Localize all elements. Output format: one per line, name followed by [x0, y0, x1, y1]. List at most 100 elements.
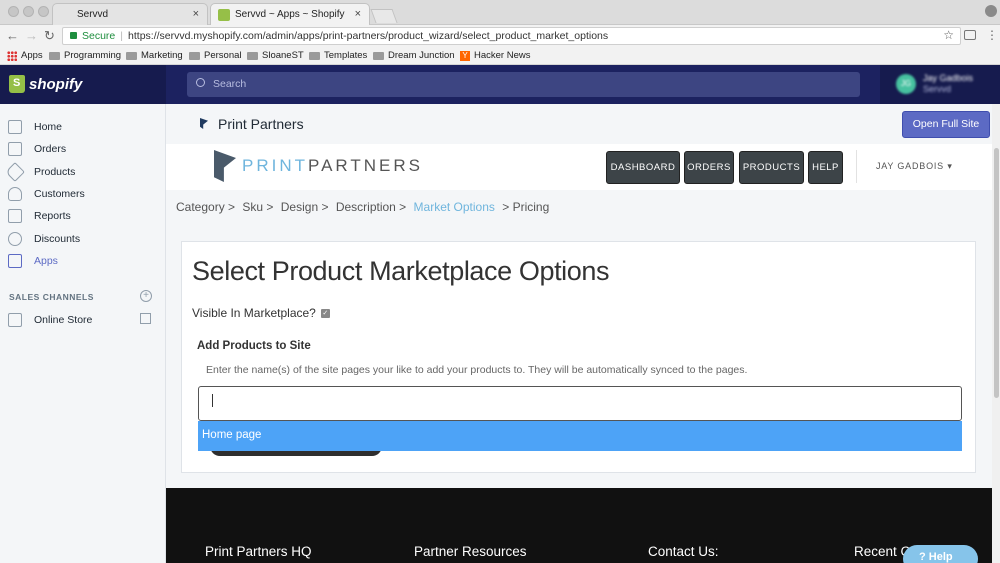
footer-contact-heading: Contact Us: — [648, 544, 719, 559]
close-window-icon[interactable] — [8, 6, 19, 17]
user-name: Jay Gadbois Servvd — [923, 73, 973, 95]
address-bar-row: ← → ↻ Secure | https://servvd.myshopify.co… — [0, 25, 1000, 47]
footer-resources-heading: Partner Resources — [414, 544, 527, 559]
bookmark-templates[interactable]: Templates — [309, 50, 367, 61]
breadcrumb-design[interactable]: Design > — [281, 200, 329, 214]
breadcrumb-sku[interactable]: Sku > — [242, 200, 273, 214]
browser-tab-strip: Servvd × Servvd ~ Apps ~ Shopify × — [0, 0, 1000, 25]
breadcrumb: Category > Sku > Design > Description > … — [176, 200, 553, 214]
person-icon — [8, 187, 22, 201]
sidebar-item-products[interactable]: Products — [5, 161, 76, 183]
help-button[interactable]: HELP — [808, 151, 843, 184]
spacer — [166, 474, 992, 488]
back-icon[interactable]: ← — [6, 28, 19, 43]
breadcrumb-category[interactable]: Category > — [176, 200, 235, 214]
add-channel-icon[interactable]: + — [140, 290, 152, 302]
folder-icon — [247, 51, 258, 60]
external-link-icon[interactable] — [140, 313, 151, 324]
logo-text: shopify — [29, 75, 83, 93]
breadcrumb-market-options: Market Options — [413, 200, 495, 214]
browser-tab-shopify[interactable]: Servvd ~ Apps ~ Shopify × — [210, 3, 370, 25]
print-partners-logo[interactable]: PRINT PARTNERS — [214, 150, 423, 182]
sidebar-item-reports[interactable]: Reports — [8, 205, 71, 227]
profile-icon[interactable] — [985, 5, 997, 17]
apps-grid-icon — [7, 50, 17, 61]
sidebar-item-orders[interactable]: Orders — [8, 138, 66, 160]
footer-hq-heading: Print Partners HQ — [205, 544, 312, 559]
shopify-logo[interactable]: shopify — [9, 75, 82, 93]
help-widget-button[interactable]: ? Help — [903, 545, 978, 563]
search-input[interactable]: Search — [187, 72, 860, 97]
help-text: Enter the name(s) of the site pages your… — [206, 364, 748, 376]
url-input[interactable]: Secure | https://servvd.myshopify.com/admi… — [62, 27, 961, 45]
bookmark-programming[interactable]: Programming — [49, 50, 121, 61]
hacker-news-icon: Y — [460, 50, 470, 61]
bookmark-label: Templates — [324, 50, 368, 61]
products-button[interactable]: PRODUCTS — [739, 151, 804, 184]
sidebar-item-label: Customers — [34, 188, 85, 200]
print-partners-logo-icon — [214, 150, 236, 182]
sidebar-item-home[interactable]: Home — [8, 116, 62, 138]
logo-area: shopify — [0, 65, 166, 104]
zoom-window-icon[interactable] — [38, 6, 49, 17]
forward-icon[interactable]: → — [25, 28, 38, 43]
bookmark-label: Apps — [21, 50, 43, 61]
sidebar-item-label: Products — [34, 166, 76, 178]
reload-icon[interactable]: ↻ — [44, 28, 55, 44]
new-tab-button[interactable] — [370, 9, 398, 23]
apps-icon — [8, 254, 22, 268]
breadcrumb-description[interactable]: Description > — [336, 200, 406, 214]
bookmark-marketing[interactable]: Marketing — [126, 50, 183, 61]
folder-icon — [126, 51, 137, 60]
star-icon[interactable]: ☆ — [943, 28, 954, 42]
scrollbar-thumb[interactable] — [994, 148, 999, 398]
tab-close-icon[interactable]: × — [355, 8, 361, 20]
browser-tab-servvd[interactable]: Servvd × — [52, 3, 208, 25]
caret-down-icon: ▾ — [947, 161, 953, 171]
menu-icon[interactable]: ⋮ — [986, 28, 998, 42]
open-full-site-button[interactable]: Open Full Site — [902, 111, 990, 138]
tab-title: Servvd ~ Apps ~ Shopify — [235, 9, 345, 20]
minimize-window-icon[interactable] — [23, 6, 34, 17]
tab-close-icon[interactable]: × — [193, 8, 199, 20]
camera-icon[interactable] — [964, 30, 976, 40]
logo-partners-text: PARTNERS — [308, 156, 424, 175]
sidebar-item-apps[interactable]: Apps — [8, 250, 58, 272]
sidebar-item-customers[interactable]: Customers — [8, 183, 85, 205]
store-name-text: Servvd — [923, 84, 952, 94]
bookmark-dream-junction[interactable]: Dream Junction — [373, 50, 455, 61]
bookmark-personal[interactable]: Personal — [189, 50, 242, 61]
breadcrumb-pricing[interactable]: > Pricing — [502, 200, 549, 214]
sidebar-item-label: Discounts — [34, 233, 81, 245]
bookmark-sloanest[interactable]: SloaneST — [247, 50, 304, 61]
orders-button[interactable]: ORDERS — [684, 151, 734, 184]
page-title-text: Print Partners — [218, 116, 304, 132]
shopify-favicon-icon — [218, 9, 230, 21]
sidebar-item-discounts[interactable]: Discounts — [8, 228, 80, 250]
url-text: https://servvd.myshopify.com/admin/apps/… — [128, 30, 609, 42]
sidebar-item-online-store[interactable]: Online Store — [8, 309, 92, 331]
dropdown-option-home-page[interactable]: Home page — [198, 421, 962, 451]
site-pages-input[interactable] — [198, 386, 962, 421]
site-footer: Print Partners HQ Partner Resources Cont… — [166, 488, 992, 563]
shopify-top-bar: shopify Search JG Jay Gadbois Servvd — [0, 65, 1000, 104]
user-menu[interactable]: JG Jay Gadbois Servvd — [880, 65, 1000, 104]
discount-icon — [8, 232, 22, 246]
avatar: JG — [896, 74, 916, 94]
market-options-card: Select Product Marketplace Options Visib… — [181, 241, 976, 473]
sidebar-item-label: Apps — [34, 255, 58, 267]
folder-icon — [373, 51, 384, 60]
shopify-bag-icon — [9, 75, 25, 93]
footer-recent-heading: Recent C — [854, 544, 911, 559]
search-placeholder: Search — [213, 78, 247, 90]
sales-channels-heading: SALES CHANNELS — [9, 292, 94, 302]
visible-checkbox[interactable]: ✓ — [320, 308, 330, 318]
sidebar-item-label: Orders — [34, 143, 67, 155]
account-dropdown[interactable]: JAY GADBOIS ▾ — [876, 161, 953, 172]
bookmark-label: Marketing — [141, 50, 183, 61]
folder-icon — [49, 51, 60, 60]
print-partners-icon — [200, 118, 208, 129]
bookmark-apps[interactable]: Apps — [7, 50, 43, 61]
bookmark-hacker-news[interactable]: Y Hacker News — [460, 50, 531, 61]
dashboard-button[interactable]: DASHBOARD — [606, 151, 680, 184]
